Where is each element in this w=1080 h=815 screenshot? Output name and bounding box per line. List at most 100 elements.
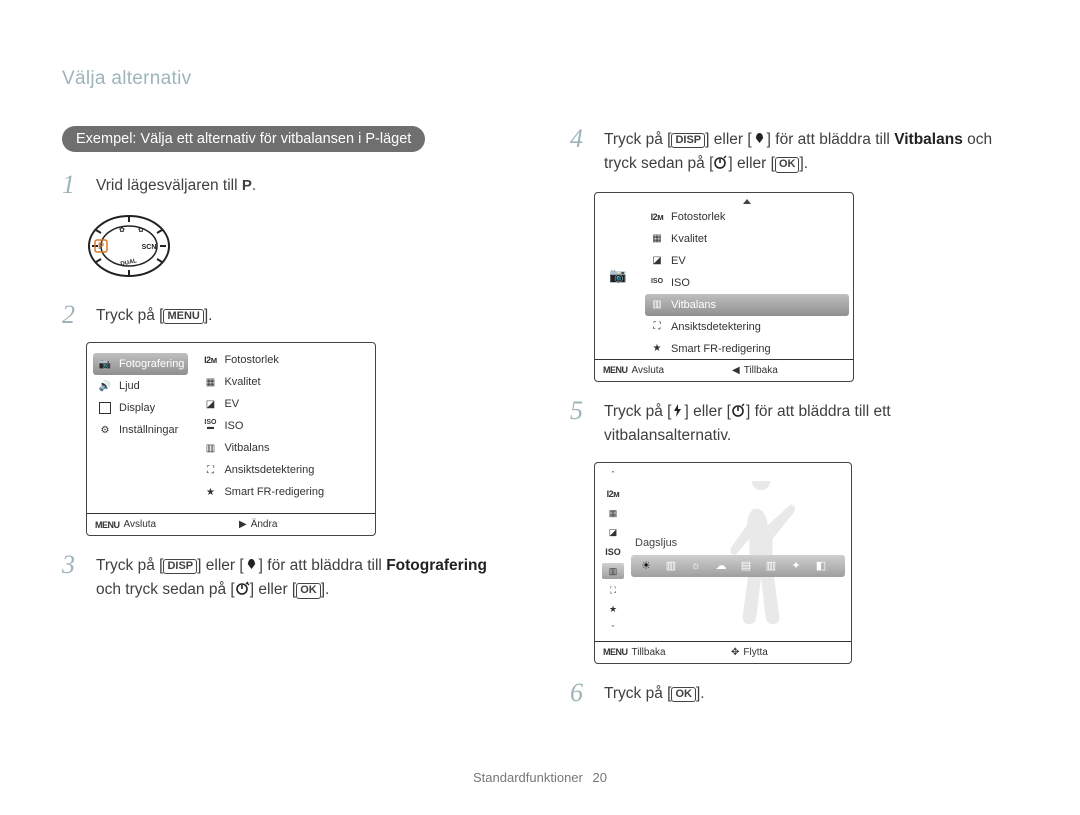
submenu-kvalitet: ▦ Kvalitet <box>645 228 849 250</box>
left-arrow-icon: ◀ <box>732 365 740 376</box>
star-icon: ★ <box>202 484 218 500</box>
submenu-fotostorlek: I2мFotostorlek <box>645 206 849 228</box>
t: Tryck på [ <box>96 307 163 324</box>
step-1: 1 Vrid lägesväljaren till P. <box>62 172 510 198</box>
label: Inställningar <box>119 424 178 436</box>
label: Fotostorlek <box>671 211 725 223</box>
wb-option-strip: ☀ ▥ ☼ ☁ ▤ ▥ ✦ ◧ <box>631 555 845 577</box>
wb-sun-icon: ☼ <box>687 559 705 573</box>
label: Fotostorlek <box>224 354 278 366</box>
step-number: 3 <box>62 552 84 604</box>
gear-icon: ⚙ <box>97 422 113 438</box>
label: Ljud <box>119 380 140 392</box>
footer-section: Standardfunktioner <box>473 770 583 785</box>
label: Vitbalans <box>671 299 716 311</box>
macro-down-icon <box>244 557 259 579</box>
flash-left-icon <box>671 403 684 425</box>
footer-right: Tillbaka <box>744 365 778 376</box>
lcd-wb-screenshot: ˆ I2м ▦ ◪ ISO ▥ ⛶ ★ ˇ Dagsljus ☀ ▥ ☼ ☁ ▤ <box>594 462 852 664</box>
ok-button-label: OK <box>775 157 800 172</box>
wb-icon: ▥ <box>649 297 665 313</box>
timer-right-icon <box>235 581 250 603</box>
lcd-menu-screenshot-1: 📷 Fotografering 🔊 Ljud Display ⚙ Inställ… <box>86 342 376 536</box>
menu-icon: MENU <box>603 365 628 375</box>
submenu-ev: ◪ EV <box>645 250 849 272</box>
size-icon: I2м <box>603 486 623 502</box>
menu-item-display: Display <box>93 397 188 419</box>
step-text: Vrid lägesväljaren till P. <box>96 172 510 198</box>
t: Tryck på [ <box>604 685 671 702</box>
svg-text:✿: ✿ <box>138 227 144 234</box>
step-text: Tryck på [] eller [] för att bläddra til… <box>604 398 1018 448</box>
step-number: 2 <box>62 302 84 328</box>
footer-right: Flytta <box>743 647 767 658</box>
bold-term: Fotografering <box>386 557 487 574</box>
t: Tryck på [ <box>604 403 671 420</box>
macro-down-icon <box>752 131 767 153</box>
submenu-fotostorlek: I2мFotostorlek <box>198 349 371 371</box>
label: EV <box>671 255 686 267</box>
menu-button-label: MENU <box>163 309 203 324</box>
wb-auto-icon: ▥ <box>662 559 680 573</box>
menu-icon: MENU <box>603 647 628 657</box>
wb-daylight-icon: ☀ <box>637 559 655 573</box>
submenu-ev: ◪ EV <box>198 393 371 415</box>
iso-icon: ISO <box>649 275 665 291</box>
t: Tryck på [ <box>604 131 671 148</box>
label: Fotografering <box>119 358 184 370</box>
ok-button-label: OK <box>296 583 321 598</box>
ev-icon: ◪ <box>649 253 665 269</box>
step-text: Tryck på [MENU]. <box>96 302 510 328</box>
wb-icon-selected: ▥ <box>602 563 624 579</box>
disp-button-label: DISP <box>163 559 197 574</box>
star-icon: ★ <box>603 602 623 618</box>
t: ]. <box>799 155 808 172</box>
footer-right: Ändra <box>251 519 278 530</box>
submenu-kvalitet: ▦Kvalitet <box>198 371 371 393</box>
t: Tryck på [ <box>96 557 163 574</box>
t: ] eller [ <box>728 155 775 172</box>
camera-icon: 📷 <box>609 267 626 284</box>
t: ] för att bläddra till <box>767 131 895 148</box>
quality-icon: ▦ <box>649 231 665 247</box>
step-2: 2 Tryck på [MENU]. <box>62 302 510 328</box>
quality-icon: ▦ <box>202 374 218 390</box>
submenu-iso: ISO ISO <box>645 272 849 294</box>
label: Smart FR-redigering <box>224 486 324 498</box>
left-column: Exempel: Välja ett alternativ för vitbal… <box>62 126 510 720</box>
menu-item-fotografering: 📷 Fotografering <box>93 353 188 375</box>
submenu-vitbalans: ▥Vitbalans <box>198 437 371 459</box>
p-mode-letter: P <box>242 177 252 194</box>
iso-icon: ISO▬ <box>202 418 218 434</box>
menu-icon: MENU <box>95 520 120 530</box>
step-text: Tryck på [DISP] eller [] för att bläddra… <box>96 552 510 604</box>
submenu-smartfr: ★ Smart FR-redigering <box>198 481 371 503</box>
lcd-menu-screenshot-2: 📷 I2мFotostorlek ▦ Kvalitet ◪ EV ISO ISO ▥ V… <box>594 192 854 382</box>
right-column: 4 Tryck på [DISP] eller [] för att blädd… <box>570 126 1018 720</box>
label: Display <box>119 402 155 414</box>
submenu-smartfr: ★Smart FR-redigering <box>645 338 849 360</box>
step-number: 1 <box>62 172 84 198</box>
label: EV <box>224 398 239 410</box>
t: ]. <box>696 685 705 702</box>
submenu-ansikt: ⛶Ansiktsdetektering <box>198 459 371 481</box>
svg-text:P: P <box>98 241 104 251</box>
svg-text:✿: ✿ <box>119 227 125 234</box>
wb-custom-icon: ◧ <box>812 559 830 573</box>
display-icon <box>97 400 113 416</box>
label: Kvalitet <box>671 233 707 245</box>
wb-cloudy-icon: ☁ <box>712 559 730 573</box>
ev-icon: ◪ <box>603 525 623 541</box>
step-text-post: . <box>252 177 256 194</box>
step-number: 5 <box>570 398 592 448</box>
footer-left: Avsluta <box>124 519 157 530</box>
t: ] eller [ <box>684 403 731 420</box>
menu-item-installningar: ⚙ Inställningar <box>93 419 188 441</box>
ev-icon: ◪ <box>202 396 218 412</box>
menu-item-ljud: 🔊 Ljud <box>93 375 188 397</box>
timer-right-icon <box>731 403 746 425</box>
t: ] eller [ <box>250 581 297 598</box>
label: ISO <box>671 277 690 289</box>
camera-icon: 📷 <box>97 356 113 372</box>
step-3: 3 Tryck på [DISP] eller [] för att blädd… <box>62 552 510 604</box>
